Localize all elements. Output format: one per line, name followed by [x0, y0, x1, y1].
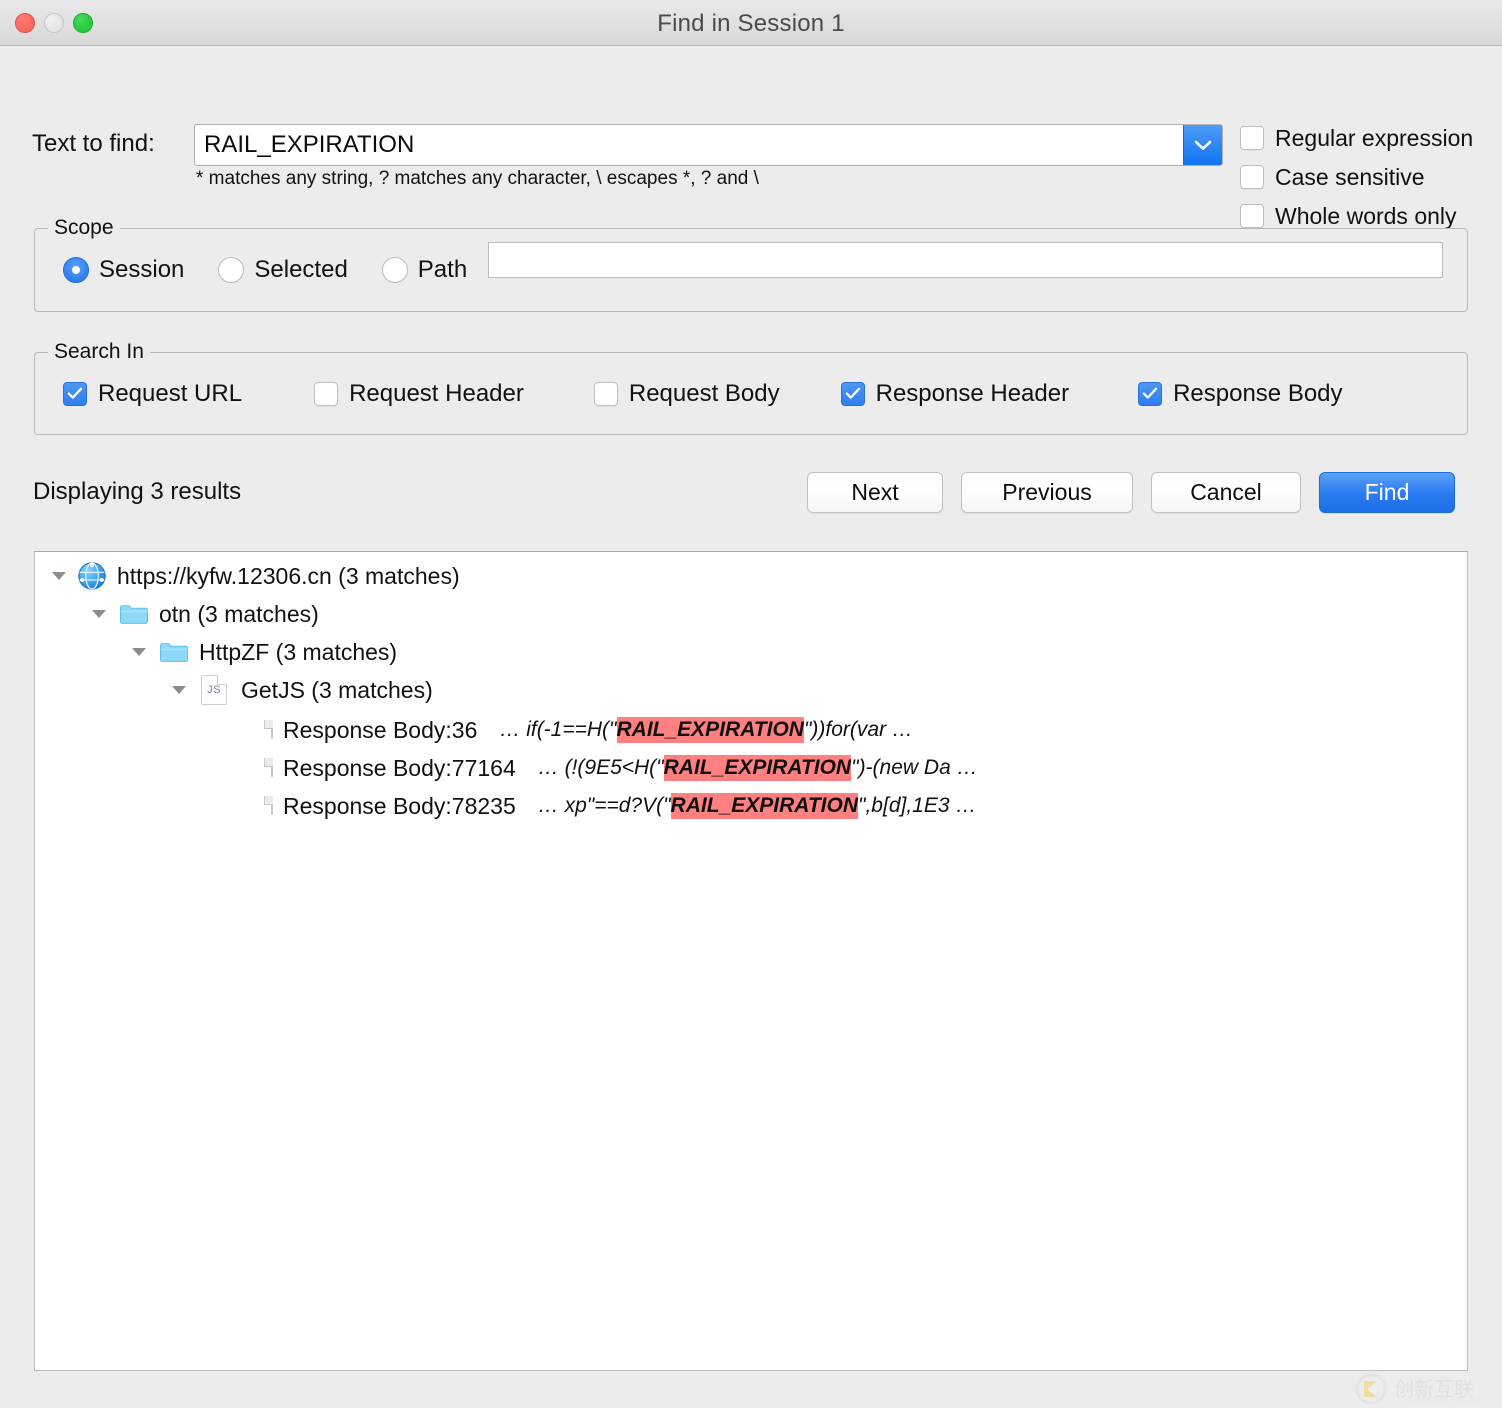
search-in-request-header[interactable]: Request Header [314, 380, 524, 408]
watermark-icon [1355, 1373, 1387, 1405]
previous-button[interactable]: Previous [961, 472, 1133, 513]
match-context-after: ",b[d],1E3 … [858, 794, 977, 817]
disclosure-triangle-icon[interactable] [87, 595, 111, 633]
search-in-response-header[interactable]: Response Header [840, 379, 1070, 408]
scope-label-path: Path [417, 256, 468, 283]
action-button-row: Next Previous Cancel Find [807, 472, 1455, 513]
case-sensitive-checkbox[interactable] [1240, 165, 1264, 189]
scope-label-session: Session [99, 256, 185, 283]
search-in-label: Response Header [875, 379, 1070, 407]
watermark-logo: 创新互联 CHUANGXIN HULIAN [1354, 1372, 1502, 1406]
tree-node-folder-httpzf[interactable]: HttpZF (3 matches) [35, 633, 1467, 671]
scope-path-input[interactable] [488, 242, 1443, 278]
match-location: Response Body:77164 [283, 754, 516, 781]
scope-radio-selected[interactable] [218, 257, 245, 283]
match-highlight: RAIL_EXPIRATION [663, 755, 852, 781]
match-context-after: "))for(var … [803, 718, 913, 741]
scope-radio-session[interactable] [63, 257, 89, 283]
whole-words-only-checkbox[interactable] [1240, 204, 1264, 228]
tree-node-label: otn (3 matches) [159, 600, 319, 627]
watermark-text: 创新互联 [1394, 1377, 1474, 1401]
match-context: … xp"==d?V(" RAIL_EXPIRATION ",b[d],1E3 … [537, 793, 977, 819]
response-body-checkbox[interactable] [1138, 381, 1163, 406]
response-header-checkbox[interactable] [840, 381, 865, 406]
window-title: Find in Session 1 [657, 10, 845, 37]
option-label: Regular expression [1275, 124, 1474, 151]
tree-match-row[interactable]: Response Body:77164 … (!(9E5<H(" RAIL_EXP… [35, 749, 1467, 787]
search-options-group: Regular expression Case sensitive Whole … [1240, 124, 1473, 230]
document-icon [271, 720, 273, 739]
scope-group: Scope Session Selected Path [34, 216, 1468, 312]
cancel-button[interactable]: Cancel [1151, 472, 1301, 513]
search-in-label: Request URL [98, 379, 243, 407]
disclosure-triangle-icon[interactable] [167, 671, 191, 709]
search-in-label: Request Body [628, 379, 780, 407]
option-case-sensitive[interactable]: Case sensitive [1240, 163, 1473, 191]
scope-radio-path[interactable] [381, 257, 408, 283]
match-context-before: … xp"==d?V(" [537, 794, 671, 817]
search-results-tree[interactable]: https://kyfw.12306.cn (3 matches) otn (3… [34, 551, 1468, 1371]
text-to-find-combobox[interactable] [194, 124, 1223, 166]
search-input[interactable] [195, 125, 1183, 165]
tree-node-label: https://kyfw.12306.cn (3 matches) [117, 562, 460, 589]
tree-node-file-getjs[interactable]: JS GetJS (3 matches) [35, 671, 1467, 709]
document-icon [271, 758, 273, 777]
request-header-checkbox[interactable] [314, 381, 339, 406]
search-in-response-body[interactable]: Response Body [1138, 379, 1343, 408]
search-in-request-body[interactable]: Request Body [593, 379, 780, 408]
regular-expression-checkbox[interactable] [1240, 126, 1264, 150]
watermark-subtext: CHUANGXIN HULIAN [1398, 1397, 1484, 1404]
scope-label-selected: Selected [254, 256, 348, 283]
tree-node-host[interactable]: https://kyfw.12306.cn (3 matches) [35, 557, 1467, 595]
match-context-after: ")-(new Da … [851, 756, 978, 779]
option-label: Whole words only [1275, 202, 1457, 229]
results-count-label: Displaying 3 results [33, 478, 242, 505]
match-context-before: … (!(9E5<H(" [537, 756, 664, 779]
title-bar: Find in Session 1 [0, 0, 1502, 46]
match-highlight: RAIL_EXPIRATION [616, 717, 804, 743]
disclosure-triangle-icon[interactable] [47, 557, 71, 595]
match-context-before: … if(-1==H(" [499, 718, 617, 741]
document-icon [271, 796, 273, 815]
tree-match-row[interactable]: Response Body:78235 … xp"==d?V(" RAIL_EXP… [35, 787, 1467, 825]
chevron-down-icon[interactable] [1183, 125, 1222, 165]
wildcard-hint-text: * matches any string, ? matches any char… [196, 168, 759, 189]
match-highlight: RAIL_EXPIRATION [670, 793, 859, 819]
next-button[interactable]: Next [807, 472, 943, 513]
search-in-checkbox-row: Request URL Request Header Request Body … [63, 353, 1343, 434]
option-label: Case sensitive [1275, 163, 1425, 190]
match-location: Response Body:78235 [283, 792, 516, 819]
request-url-checkbox[interactable] [63, 381, 87, 406]
search-in-request-url[interactable]: Request URL [63, 380, 242, 408]
js-file-icon: JS [201, 675, 227, 705]
tree-match-row[interactable]: Response Body:36 … if(-1==H(" RAIL_EXPIRA… [35, 711, 1467, 749]
option-whole-words-only[interactable]: Whole words only [1240, 202, 1473, 230]
match-location: Response Body:36 [283, 716, 478, 743]
match-context: … (!(9E5<H(" RAIL_EXPIRATION ")-(new Da … [538, 755, 978, 781]
request-body-checkbox[interactable] [593, 381, 618, 406]
tree-node-label: GetJS (3 matches) [241, 676, 433, 703]
option-regular-expression[interactable]: Regular expression [1240, 124, 1473, 152]
disclosure-triangle-icon[interactable] [127, 633, 151, 671]
tree-node-folder-otn[interactable]: otn (3 matches) [35, 595, 1467, 633]
match-context: … if(-1==H(" RAIL_EXPIRATION "))for(var … [499, 717, 913, 743]
text-to-find-label: Text to find: [32, 130, 155, 157]
scope-radio-row: Session Selected Path [63, 243, 501, 297]
folder-icon [159, 640, 189, 664]
tree-node-label: HttpZF (3 matches) [199, 638, 398, 665]
folder-icon [119, 602, 149, 626]
scope-group-title: Scope [48, 216, 120, 240]
find-button[interactable]: Find [1319, 472, 1455, 513]
globe-icon [77, 561, 107, 591]
search-in-group: Search In Request URL Request Header Req… [34, 340, 1468, 435]
search-in-label: Response Body [1173, 379, 1343, 407]
find-dialog-window: Find in Session 1 Text to find: * matche… [0, 0, 1502, 1408]
search-in-label: Request Header [349, 379, 524, 407]
